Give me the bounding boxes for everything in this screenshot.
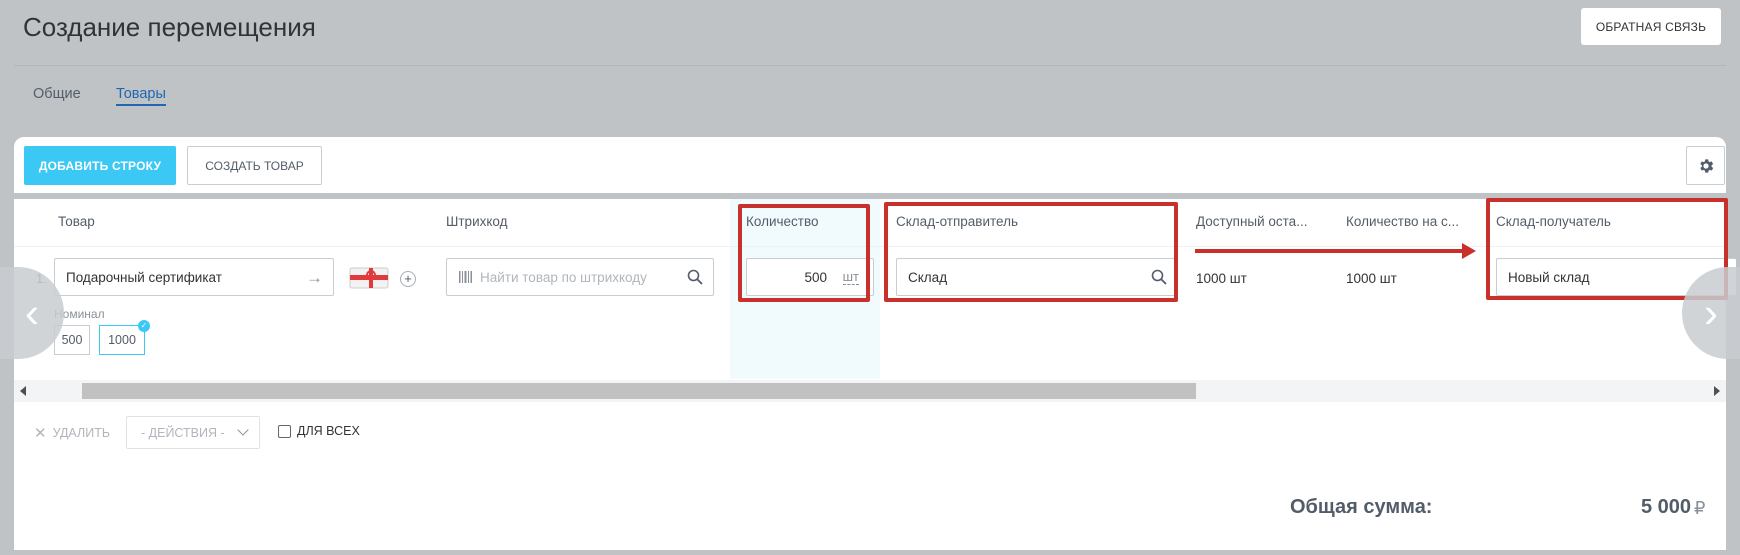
for-all-checkbox[interactable]: ДЛЯ ВСЕХ (278, 424, 360, 438)
scroll-arrow-right-icon[interactable] (1714, 386, 1720, 396)
add-variant-icon[interactable]: + (400, 271, 416, 287)
scrollbar-thumb[interactable] (82, 383, 1196, 399)
highlight-sender-store (884, 202, 1178, 302)
chevron-down-icon (237, 424, 249, 436)
toolbar: ДОБАВИТЬ СТРОКУ СОЗДАТЬ ТОВАР (14, 137, 1726, 193)
tab-general[interactable]: Общие (33, 86, 81, 102)
for-all-label: ДЛЯ ВСЕХ (297, 424, 360, 438)
column-header-available[interactable]: Доступный оста... (1196, 214, 1307, 229)
total-value: 5 000 (1641, 496, 1692, 518)
barcode-placeholder: Найти товар по штрихкоду (480, 269, 647, 285)
column-header-store-qty[interactable]: Количество на с... (1346, 214, 1459, 229)
nominal-option-1000-label: 1000 (108, 333, 136, 347)
scroll-arrow-left-icon[interactable] (20, 386, 26, 396)
checkbox[interactable] (278, 424, 291, 438)
column-header-barcode[interactable]: Штрихкод (446, 214, 508, 229)
delete-button[interactable]: ✕ УДАЛИТЬ (34, 424, 110, 442)
close-icon: ✕ (34, 425, 47, 442)
horizontal-scrollbar[interactable] (14, 380, 1726, 402)
check-icon: ✓ (138, 320, 150, 332)
settings-button[interactable] (1686, 146, 1725, 185)
gear-icon (1699, 158, 1713, 173)
nominal-option-1000[interactable]: 1000 ✓ (99, 320, 150, 355)
total-label: Общая сумма: (1290, 496, 1433, 518)
add-row-button[interactable]: ДОБАВИТЬ СТРОКУ (24, 146, 176, 185)
store-qty-value: 1000 шт (1346, 271, 1397, 286)
currency-symbol: ₽ (1694, 498, 1706, 518)
gift-certificate-icon (349, 267, 389, 289)
delete-label: УДАЛИТЬ (52, 426, 111, 440)
annotation-arrow-head (1462, 243, 1476, 259)
barcode-search-input[interactable]: Найти товар по штрихкоду (446, 258, 714, 296)
annotation-arrow-line (1195, 249, 1463, 253)
product-name: Подарочный сертификат (66, 269, 222, 285)
product-input[interactable]: Подарочный сертификат → (54, 258, 334, 296)
arrow-right-icon[interactable]: → (306, 268, 323, 288)
feedback-button[interactable]: ОБРАТНАЯ СВЯЗЬ (1581, 8, 1721, 45)
actions-select[interactable]: - ДЕЙСТВИЯ - (126, 416, 260, 449)
actions-select-value: - ДЕЙСТВИЯ - (141, 425, 225, 440)
barcode-icon (459, 271, 472, 283)
available-value: 1000 шт (1196, 271, 1247, 286)
create-product-button[interactable]: СОЗДАТЬ ТОВАР (187, 146, 322, 185)
page-title: Создание перемещения (23, 12, 316, 42)
tab-products[interactable]: Товары (116, 86, 166, 106)
highlight-quantity (738, 204, 870, 302)
search-icon[interactable] (687, 269, 703, 285)
title-divider (14, 65, 1726, 66)
column-header-product[interactable]: Товар (58, 214, 95, 229)
